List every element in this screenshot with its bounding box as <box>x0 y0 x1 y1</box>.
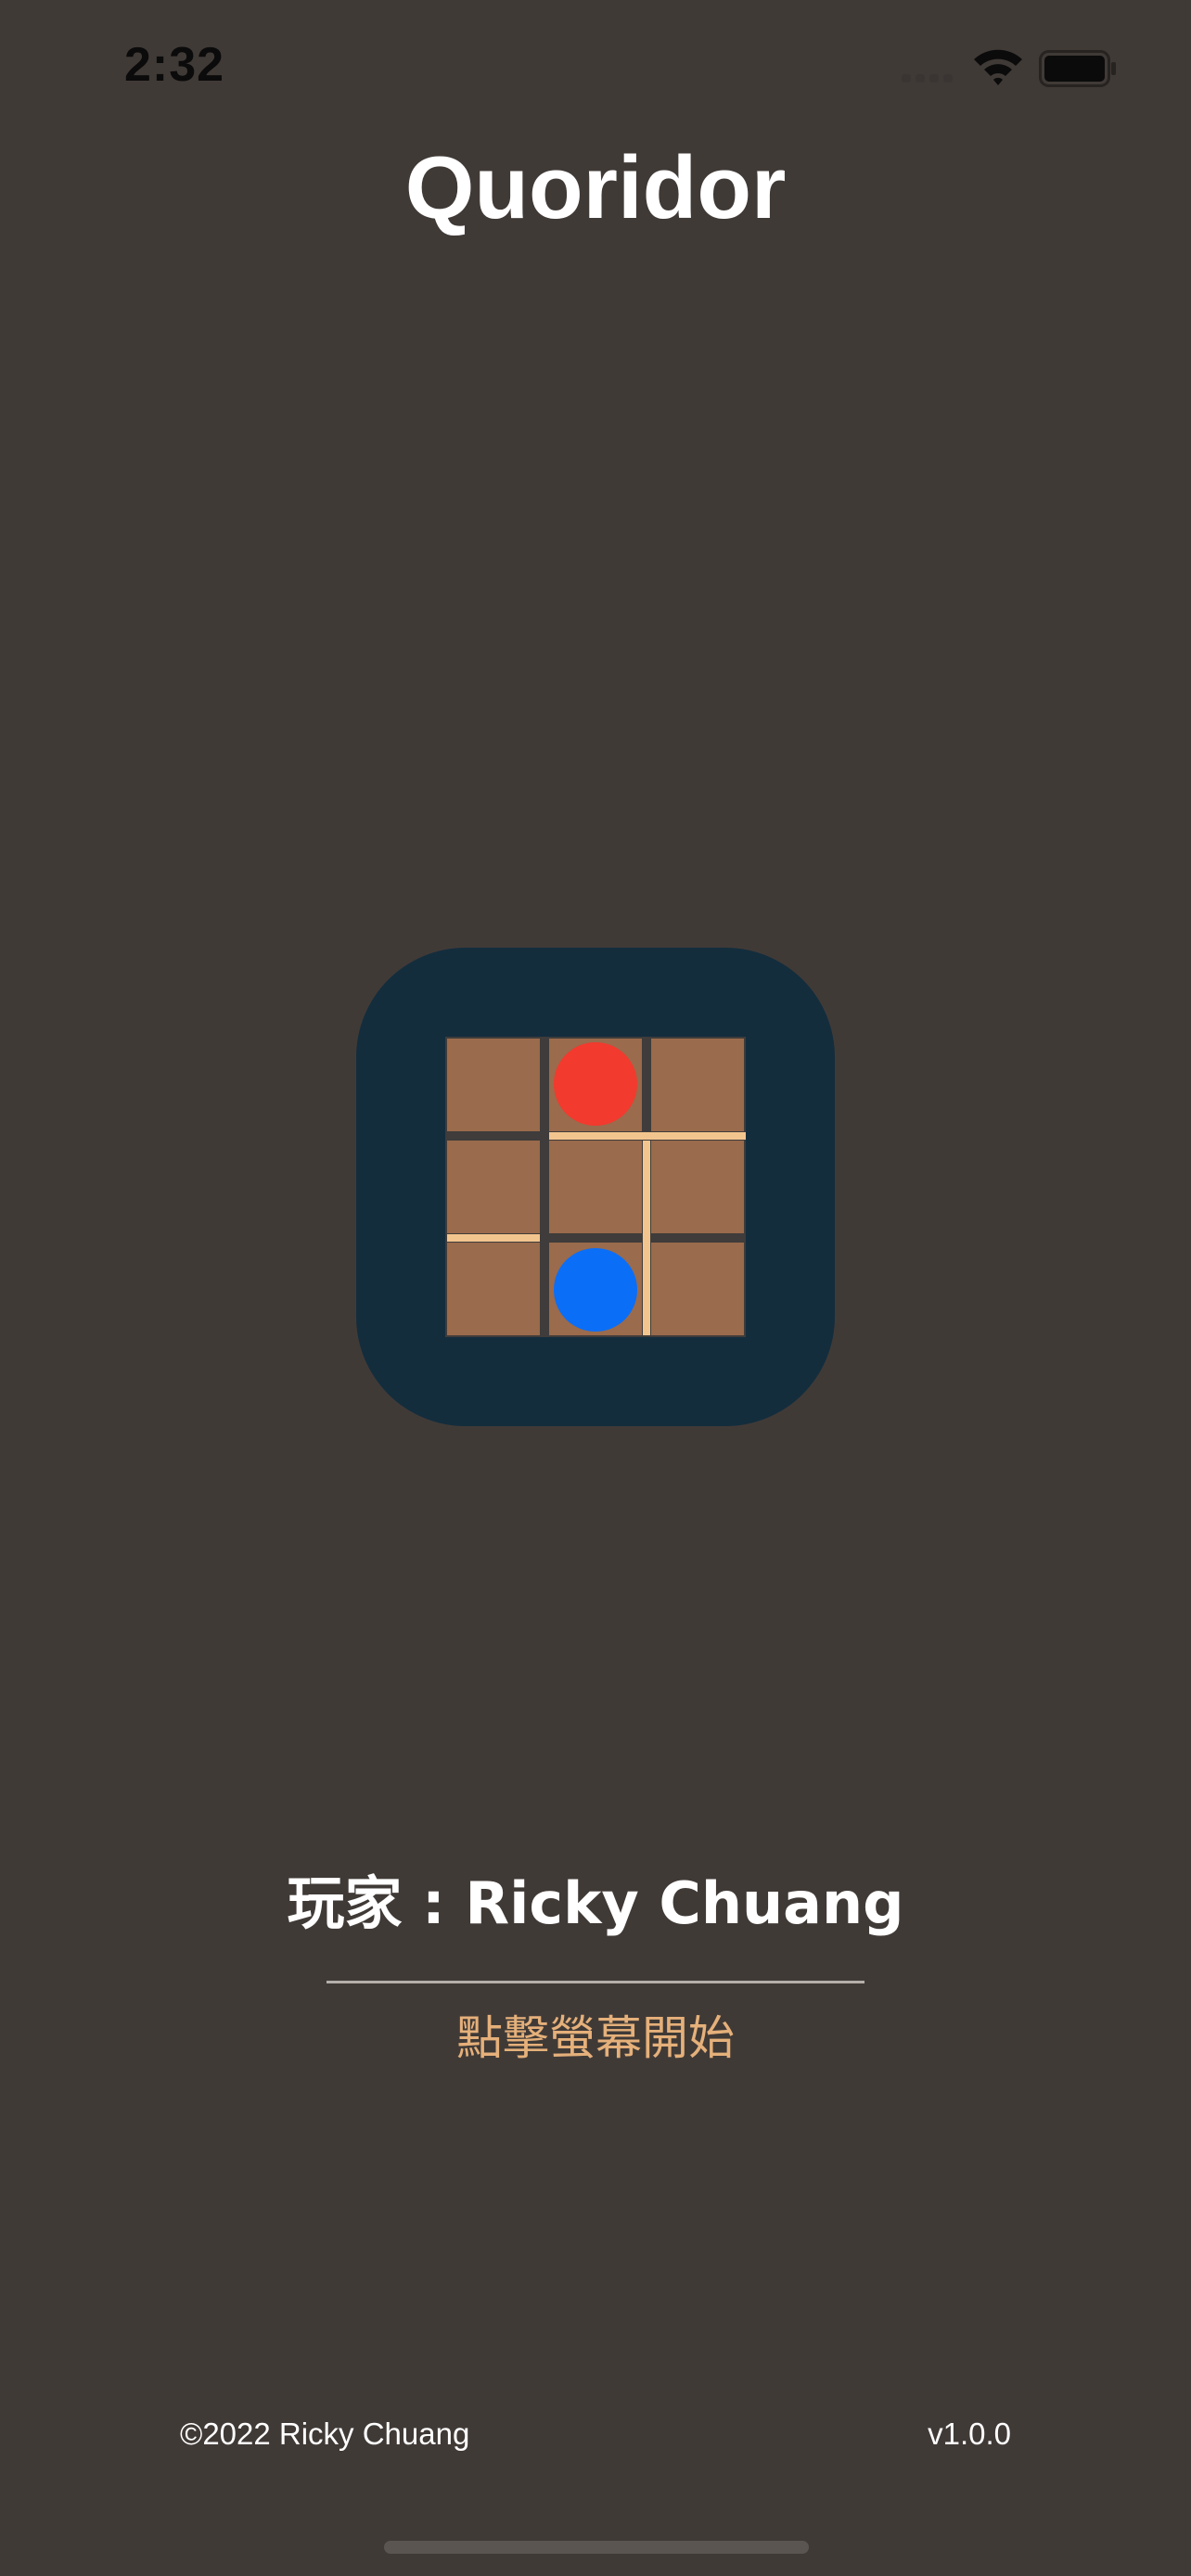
app-title: Quoridor <box>404 138 787 237</box>
wall-vertical <box>643 1141 650 1335</box>
board-cell <box>651 1039 744 1131</box>
blue-pawn <box>554 1248 637 1332</box>
cellular-signal-icon <box>902 74 957 83</box>
wifi-icon <box>974 49 1022 85</box>
version-text: v1.0.0 <box>928 2417 1011 2451</box>
status-time: 2:32 <box>124 38 225 92</box>
tap-to-start-label[interactable]: 點擊螢幕開始 <box>0 2001 1191 2075</box>
battery-icon <box>1039 50 1116 87</box>
board-cell <box>447 1141 540 1233</box>
home-indicator[interactable] <box>384 2541 809 2554</box>
board-cell <box>651 1243 744 1335</box>
wall-horizontal-top <box>549 1132 746 1140</box>
board-cell <box>447 1039 540 1131</box>
red-pawn <box>554 1042 637 1126</box>
board-cell <box>651 1141 744 1233</box>
player-name-label: 玩家 : Ricky Chuang <box>287 1869 904 1937</box>
game-board <box>445 1037 746 1337</box>
wall-horizontal-left <box>447 1234 540 1242</box>
divider <box>327 1981 864 1983</box>
board-cell <box>447 1243 540 1335</box>
quoridor-board-logo-icon <box>356 948 835 1426</box>
copyright-text: ©2022 Ricky Chuang <box>180 2417 470 2451</box>
status-bar: 2:32 <box>0 0 1191 139</box>
board-cell <box>549 1141 642 1233</box>
